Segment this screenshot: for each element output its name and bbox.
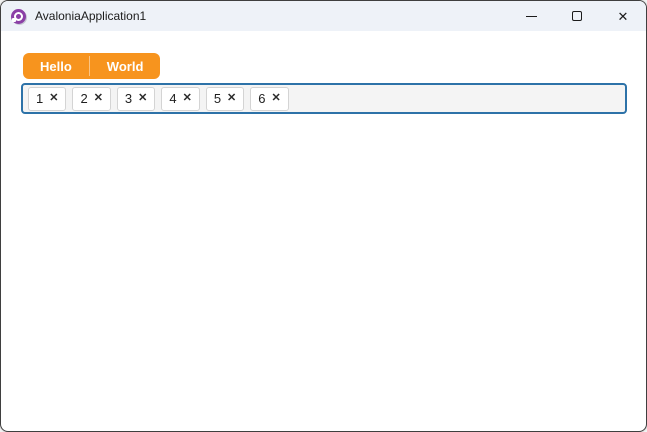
chip-remove-icon[interactable]: ✕: [94, 93, 103, 104]
tab-world[interactable]: World: [90, 53, 161, 79]
app-window: AvaloniaApplication1 ✕ Hello World 1 ✕ 2…: [0, 0, 647, 432]
chip-remove-icon[interactable]: ✕: [183, 93, 192, 104]
content-area: Hello World 1 ✕ 2 ✕ 3 ✕ 4 ✕ 5 ✕ 6 ✕: [1, 31, 646, 114]
chip-item: 3 ✕: [116, 86, 156, 111]
window-controls: ✕: [508, 1, 646, 31]
close-icon: ✕: [617, 8, 629, 24]
chip-label: 5: [213, 91, 222, 106]
chip-remove-icon[interactable]: ✕: [49, 93, 58, 104]
chip-label: 3: [124, 91, 133, 106]
avalonia-logo-icon: [11, 8, 26, 24]
chip-remove-icon[interactable]: ✕: [138, 93, 147, 104]
chip-item: 6 ✕: [250, 86, 289, 111]
titlebar[interactable]: AvaloniaApplication1 ✕: [1, 1, 646, 31]
close-button[interactable]: ✕: [600, 1, 646, 31]
minimize-icon: [525, 15, 537, 17]
chip-remove-icon[interactable]: ✕: [227, 93, 236, 104]
chip-item: 2 ✕: [72, 86, 111, 111]
minimize-button[interactable]: [508, 1, 554, 31]
chip-label: 2: [80, 91, 88, 106]
chip-item: 1 ✕: [28, 86, 67, 111]
window-title: AvaloniaApplication1: [35, 9, 147, 23]
tab-hello[interactable]: Hello: [23, 53, 89, 79]
tab-strip: Hello World: [23, 53, 161, 79]
chip-item: 5 ✕: [205, 86, 245, 111]
maximize-icon: [572, 11, 582, 21]
chip-label: 4: [169, 91, 177, 106]
chip-input-field[interactable]: 1 ✕ 2 ✕ 3 ✕ 4 ✕ 5 ✕ 6 ✕: [21, 83, 627, 114]
chip-remove-icon[interactable]: ✕: [272, 93, 281, 104]
chip-label: 6: [258, 91, 266, 106]
chip-label: 1: [36, 91, 44, 106]
maximize-button[interactable]: [554, 1, 600, 31]
chip-item: 4 ✕: [161, 86, 200, 111]
